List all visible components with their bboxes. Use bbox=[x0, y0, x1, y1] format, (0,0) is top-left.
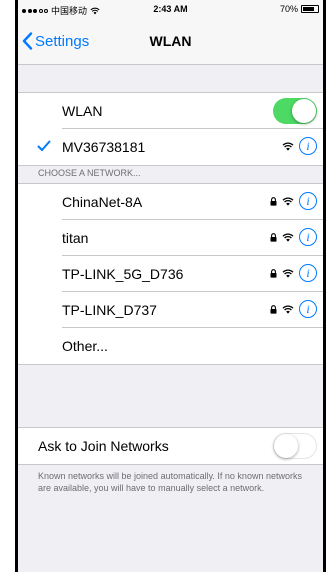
status-time: 2:43 AM bbox=[153, 4, 188, 14]
connected-network-row[interactable]: MV36738181 i bbox=[18, 129, 323, 165]
page-title: WLAN bbox=[149, 33, 192, 49]
connected-network-name: MV36738181 bbox=[62, 139, 146, 155]
info-icon[interactable]: i bbox=[299, 192, 317, 210]
info-icon[interactable]: i bbox=[299, 228, 317, 246]
toggle-knob bbox=[292, 99, 316, 123]
lock-icon bbox=[270, 196, 277, 206]
info-icon[interactable]: i bbox=[299, 300, 317, 318]
network-name: ChinaNet-8A bbox=[62, 194, 143, 210]
lock-icon bbox=[270, 304, 277, 314]
battery-percent: 70% bbox=[279, 4, 298, 14]
network-name: titan bbox=[62, 230, 89, 246]
lock-icon bbox=[270, 268, 277, 278]
ask-to-join-label: Ask to Join Networks bbox=[38, 438, 169, 454]
other-network-label: Other... bbox=[62, 338, 108, 354]
checkmark-icon bbox=[37, 140, 51, 151]
ask-to-join-row: Ask to Join Networks bbox=[18, 428, 323, 464]
network-row[interactable]: titan i bbox=[18, 220, 323, 256]
wifi-icon bbox=[282, 196, 294, 206]
battery-fill bbox=[303, 7, 315, 11]
network-name: TP-LINK_5G_D736 bbox=[62, 266, 184, 282]
toggle-knob bbox=[274, 434, 298, 458]
ask-to-join-toggle[interactable] bbox=[273, 433, 317, 459]
choose-network-header: CHOOSE A NETWORK... bbox=[38, 168, 141, 178]
network-row[interactable]: TP-LINK_5G_D736 i bbox=[18, 256, 323, 292]
network-icons: i bbox=[270, 264, 317, 282]
network-icons: i bbox=[282, 137, 317, 155]
battery-icon bbox=[301, 5, 319, 13]
wifi-icon bbox=[282, 141, 294, 151]
status-bar-right: 70% bbox=[280, 4, 319, 14]
info-icon[interactable]: i bbox=[299, 264, 317, 282]
network-row[interactable]: ChinaNet-8A i bbox=[18, 184, 323, 220]
network-row[interactable]: TP-LINK_D737 i bbox=[18, 292, 323, 328]
navigation-bar: Settings WLAN bbox=[18, 18, 323, 65]
wifi-icon bbox=[282, 304, 294, 314]
wlan-group: WLAN MV36738181 i bbox=[18, 92, 323, 166]
ask-to-join-group: Ask to Join Networks bbox=[18, 427, 323, 465]
phone-screen: 中国移动 2:43 AM 70% Settings WLAN WLAN MV36… bbox=[15, 0, 326, 572]
network-icons: i bbox=[270, 192, 317, 210]
network-name: TP-LINK_D737 bbox=[62, 302, 157, 318]
wlan-label: WLAN bbox=[62, 103, 103, 119]
status-bar: 中国移动 2:43 AM 70% bbox=[18, 0, 323, 18]
wlan-toggle[interactable] bbox=[273, 98, 317, 124]
network-list: ChinaNet-8A i titan i TP-LINK_5G_D736 i … bbox=[18, 183, 323, 365]
ask-to-join-footer: Known networks will be joined automatica… bbox=[38, 471, 302, 493]
wifi-icon bbox=[282, 232, 294, 242]
network-icons: i bbox=[270, 228, 317, 246]
wifi-icon bbox=[282, 268, 294, 278]
other-network-row[interactable]: Other... bbox=[18, 328, 323, 364]
lock-icon bbox=[270, 232, 277, 242]
network-icons: i bbox=[270, 300, 317, 318]
wlan-toggle-row: WLAN bbox=[18, 93, 323, 129]
info-icon[interactable]: i bbox=[299, 137, 317, 155]
